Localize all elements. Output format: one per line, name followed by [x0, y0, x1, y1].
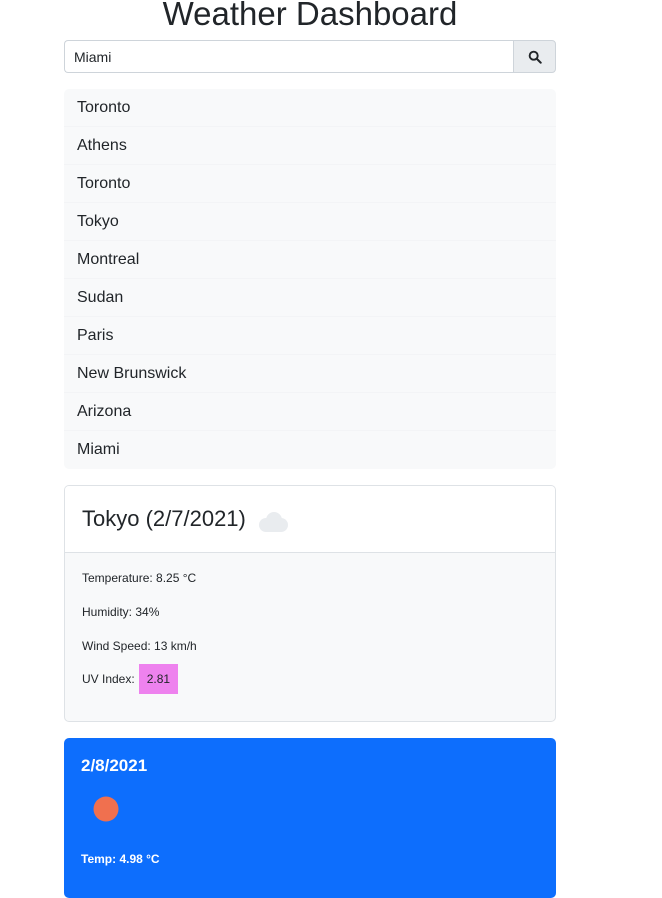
current-weather-card: Tokyo (2/7/2021) Temperature: 8.25 °C Hu…	[64, 485, 556, 722]
current-city-title: Tokyo (2/7/2021)	[82, 506, 246, 531]
uv-index-row: UV Index: 2.81	[82, 664, 538, 694]
history-item[interactable]: Arizona	[64, 393, 556, 431]
history-item[interactable]: New Brunswick	[64, 355, 556, 393]
forecast-temp: Temp: 4.98 °C	[81, 852, 160, 866]
current-weather-header: Tokyo (2/7/2021)	[65, 486, 555, 553]
history-item[interactable]: Tokyo	[64, 203, 556, 241]
search-button[interactable]	[513, 40, 556, 73]
search-history-list: Toronto Athens Toronto Tokyo Montreal Su…	[64, 89, 556, 469]
history-item[interactable]: Miami	[64, 431, 556, 469]
history-item[interactable]: Toronto	[64, 165, 556, 203]
sun-icon	[93, 796, 119, 822]
forecast-date: 2/8/2021	[81, 756, 148, 775]
history-item[interactable]: Paris	[64, 317, 556, 355]
page-title: Weather Dashboard	[162, 0, 458, 32]
current-weather-body: Temperature: 8.25 °C Humidity: 34% Wind …	[65, 553, 555, 694]
search-input[interactable]	[64, 40, 513, 73]
uv-index-label: UV Index:	[82, 672, 135, 686]
forecast-card: 2/8/2021 Temp: 4.98 °C	[64, 738, 556, 898]
humidity-text: Humidity: 34%	[82, 605, 160, 619]
history-item[interactable]: Toronto	[64, 89, 556, 127]
temperature-text: Temperature: 8.25 °C	[82, 571, 197, 585]
history-item[interactable]: Sudan	[64, 279, 556, 317]
uv-index-badge: 2.81	[138, 664, 179, 694]
search-icon	[528, 50, 542, 64]
history-item[interactable]: Montreal	[64, 241, 556, 279]
search-bar	[64, 40, 556, 73]
cloud-icon	[258, 512, 288, 532]
history-item[interactable]: Athens	[64, 127, 556, 165]
